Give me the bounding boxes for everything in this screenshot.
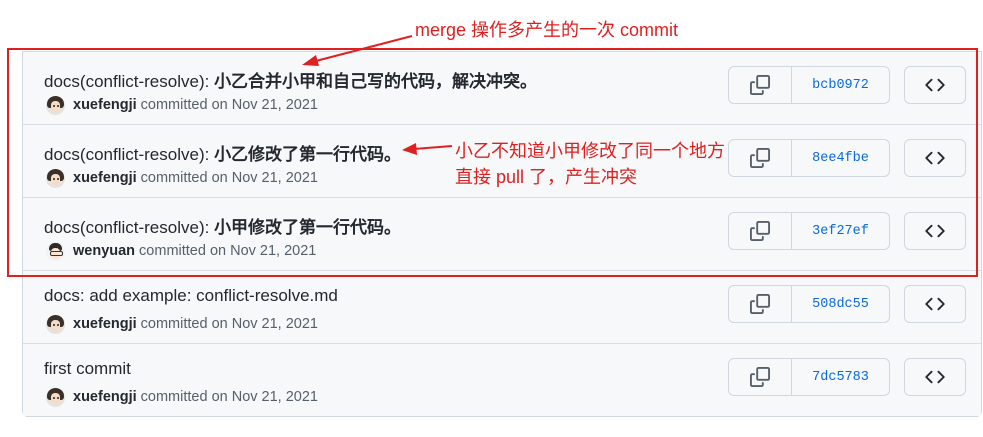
commit-message[interactable]: docs(conflict-resolve): 小甲修改了第一行代码。	[44, 213, 401, 238]
copy-sha-button[interactable]	[728, 66, 792, 104]
copy-icon	[750, 148, 770, 168]
commit-sha-link[interactable]: 508dc55	[792, 285, 890, 323]
browse-repo-button[interactable]	[904, 212, 966, 250]
commit-message-text[interactable]: 小甲修改了第一行代码。	[214, 218, 401, 237]
copy-icon	[750, 221, 770, 241]
copy-icon	[750, 294, 770, 314]
annotation-right-line2: 直接 pull 了，产生冲突	[455, 167, 638, 187]
browse-repo-button[interactable]	[904, 66, 966, 104]
commit-row: docs(conflict-resolve): 小乙合并小甲和自己写的代码，解决…	[23, 51, 981, 125]
copy-sha-button[interactable]	[728, 358, 792, 396]
annotation-top: merge 操作多产生的一次 commit	[415, 20, 679, 40]
browse-repo-button[interactable]	[904, 358, 966, 396]
code-icon	[925, 370, 945, 384]
commit-meta: wenyuan committed on Nov 21, 2021	[46, 240, 316, 262]
commit-date: committed on Nov 21, 2021	[140, 316, 318, 332]
commit-sha-link[interactable]: bcb0972	[792, 66, 890, 104]
commit-message[interactable]: first commit	[44, 359, 131, 379]
commit-message-text[interactable]: 小乙合并小甲和自己写的代码，解决冲突。	[214, 72, 537, 91]
commit-date: committed on Nov 21, 2021	[140, 170, 318, 186]
avatar[interactable]	[46, 387, 65, 407]
avatar[interactable]	[46, 168, 65, 188]
author-link[interactable]: wenyuan	[73, 243, 135, 259]
commit-meta: xuefengji committed on Nov 21, 2021	[46, 94, 318, 116]
author-link[interactable]: xuefengji	[73, 316, 137, 332]
commit-date: committed on Nov 21, 2021	[140, 97, 318, 113]
commit-message-prefix[interactable]: docs: add example: conflict-resolve.md	[44, 286, 338, 305]
copy-sha-button[interactable]	[728, 212, 792, 250]
commit-sha-link[interactable]: 3ef27ef	[792, 212, 890, 250]
commit-list: docs(conflict-resolve): 小乙合并小甲和自己写的代码，解决…	[22, 51, 982, 417]
author-link[interactable]: xuefengji	[73, 97, 137, 113]
annotation-right-line1: 小乙不知道小甲修改了同一个地方	[455, 141, 725, 161]
commit-message[interactable]: docs(conflict-resolve): 小乙修改了第一行代码。	[44, 140, 401, 165]
author-link[interactable]: xuefengji	[73, 170, 137, 186]
commit-row: docs(conflict-resolve): 小甲修改了第一行代码。 weny…	[23, 198, 981, 271]
copy-icon	[750, 367, 770, 387]
commit-message-text[interactable]: 小乙修改了第一行代码。	[214, 145, 401, 164]
author-link[interactable]: xuefengji	[73, 389, 137, 405]
commit-meta: xuefengji committed on Nov 21, 2021	[46, 167, 318, 189]
commit-row: first commit xuefengji committed on Nov …	[23, 344, 981, 416]
commit-message-prefix[interactable]: docs(conflict-resolve):	[44, 145, 214, 164]
copy-sha-button[interactable]	[728, 139, 792, 177]
commit-meta: xuefengji committed on Nov 21, 2021	[46, 386, 318, 408]
commit-meta: xuefengji committed on Nov 21, 2021	[46, 313, 318, 335]
commit-message[interactable]: docs: add example: conflict-resolve.md	[44, 286, 338, 306]
commit-message-prefix[interactable]: docs(conflict-resolve):	[44, 72, 214, 91]
commit-message[interactable]: docs(conflict-resolve): 小乙合并小甲和自己写的代码，解决…	[44, 67, 537, 92]
copy-icon	[750, 75, 770, 95]
commit-message-prefix[interactable]: first commit	[44, 359, 131, 378]
copy-sha-button[interactable]	[728, 285, 792, 323]
code-icon	[925, 78, 945, 92]
commit-date: committed on Nov 21, 2021	[139, 243, 317, 259]
commit-sha-link[interactable]: 8ee4fbe	[792, 139, 890, 177]
avatar[interactable]	[46, 95, 65, 115]
commit-row: docs: add example: conflict-resolve.md x…	[23, 271, 981, 344]
browse-repo-button[interactable]	[904, 285, 966, 323]
avatar[interactable]	[46, 314, 65, 334]
commit-message-prefix[interactable]: docs(conflict-resolve):	[44, 218, 214, 237]
code-icon	[925, 297, 945, 311]
commit-date: committed on Nov 21, 2021	[140, 389, 318, 405]
commit-sha-link[interactable]: 7dc5783	[792, 358, 890, 396]
avatar[interactable]	[46, 241, 65, 261]
code-icon	[925, 224, 945, 238]
code-icon	[925, 151, 945, 165]
browse-repo-button[interactable]	[904, 139, 966, 177]
